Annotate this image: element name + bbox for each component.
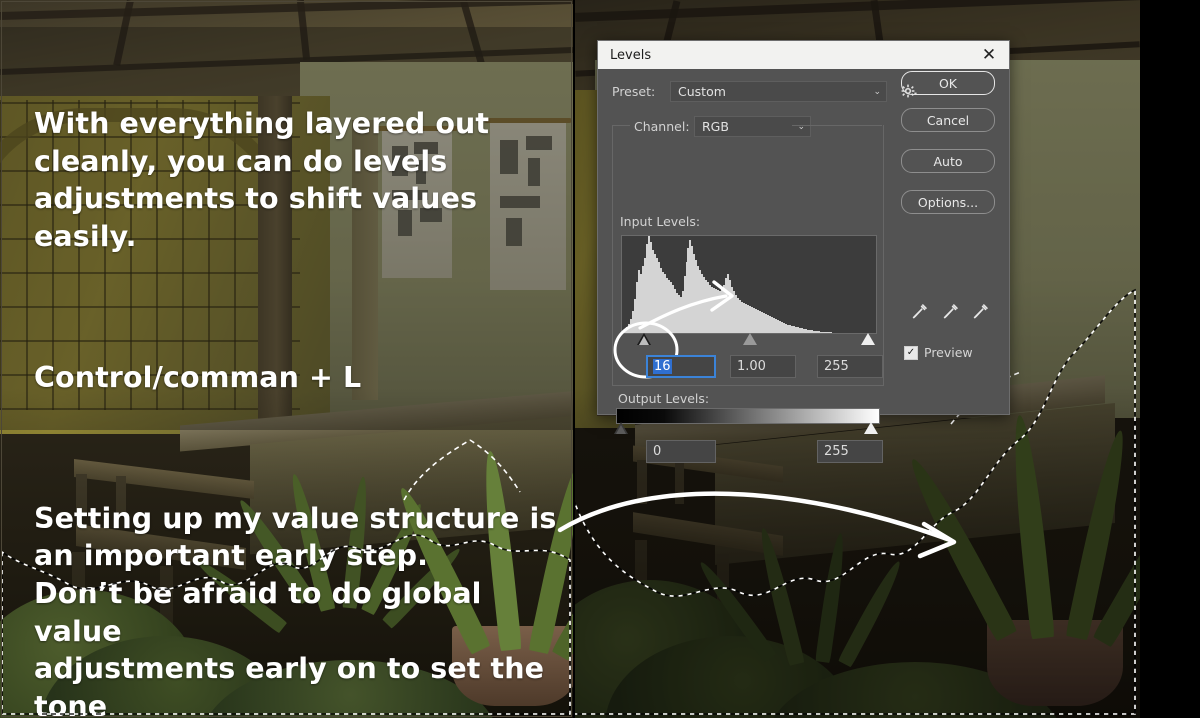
groupbox-edge <box>792 125 882 126</box>
preview-checkbox[interactable]: ✓ <box>904 345 918 360</box>
levels-dialog[interactable]: Levels ✕ Preset: Custom ⌄ Channel: RGB ⌄… <box>597 40 1010 463</box>
ok-button[interactable]: OK <box>901 71 995 95</box>
canvas-border <box>1 1 572 717</box>
output-levels-slider-track[interactable] <box>614 422 880 435</box>
set-black-point-eyedropper-icon[interactable] <box>910 302 929 324</box>
before-image-canvas[interactable]: With everything layered out cleanly, you… <box>0 0 573 718</box>
screenshot-root: With everything layered out cleanly, you… <box>0 0 1200 718</box>
chevron-down-icon: ⌄ <box>873 86 881 97</box>
output-black-input[interactable]: 0 <box>646 440 716 463</box>
histogram-bars <box>622 236 876 333</box>
auto-button[interactable]: Auto <box>901 149 995 173</box>
histogram[interactable] <box>621 235 877 334</box>
gamma-value: 1.00 <box>737 359 766 374</box>
black-point-input[interactable]: 16 <box>646 355 716 378</box>
black-point-slider-inner <box>639 336 649 345</box>
preset-select[interactable]: Custom ⌄ <box>670 81 887 102</box>
white-point-slider[interactable] <box>861 333 875 345</box>
eyedropper-group <box>910 302 990 324</box>
preview-checkbox-row[interactable]: ✓ Preview <box>904 345 973 360</box>
dialog-titlebar: Levels ✕ <box>598 41 1009 69</box>
white-point-input[interactable]: 255 <box>817 355 883 378</box>
black-point-value: 16 <box>653 359 672 374</box>
output-black-slider-inner <box>616 425 626 434</box>
dialog-body: Preset: Custom ⌄ Channel: RGB ⌄ Input Le… <box>598 69 1009 463</box>
close-icon[interactable]: ✕ <box>977 44 1001 66</box>
set-white-point-eyedropper-icon[interactable] <box>971 302 990 324</box>
gamma-slider[interactable] <box>743 333 757 345</box>
cancel-button[interactable]: Cancel <box>901 108 995 132</box>
output-white-slider[interactable] <box>864 422 878 434</box>
white-point-value: 255 <box>824 359 849 374</box>
canvas-gutter <box>1140 0 1200 718</box>
groupbox-edge <box>612 125 630 126</box>
preview-label: Preview <box>924 345 973 360</box>
input-levels-slider-track[interactable] <box>621 333 877 346</box>
dialog-title: Levels <box>610 47 652 63</box>
preset-label: Preset: <box>612 84 656 99</box>
input-levels-label: Input Levels: <box>620 214 701 229</box>
output-black-value: 0 <box>653 444 662 459</box>
output-white-value: 255 <box>824 444 849 459</box>
options-button[interactable]: Options... <box>901 190 995 214</box>
output-levels-label: Output Levels: <box>618 391 710 406</box>
preset-value: Custom <box>678 84 726 99</box>
set-gray-point-eyedropper-icon[interactable] <box>941 302 960 324</box>
gamma-input[interactable]: 1.00 <box>730 355 796 378</box>
output-white-input[interactable]: 255 <box>817 440 883 463</box>
